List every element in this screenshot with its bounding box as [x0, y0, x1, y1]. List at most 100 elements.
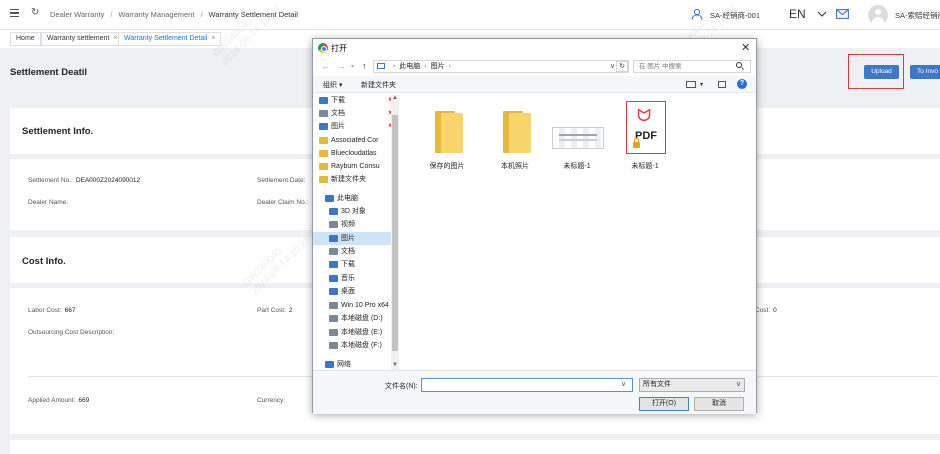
nav-item-folder[interactable]: 新建文件夹 [319, 173, 366, 186]
refresh-icon[interactable]: ↻ [616, 61, 628, 72]
labor-cost-value: 667 [64, 307, 76, 314]
path-segment[interactable]: 图片 [431, 63, 445, 70]
download-icon [329, 261, 338, 268]
tab-warranty-settlement-detail[interactable]: Warranty Settlement Detail × [118, 32, 222, 46]
nav-item-documents[interactable]: 文档📌 [319, 107, 394, 120]
settlement-date-label: Settlement Date: [257, 177, 306, 184]
tab-label: Home [16, 35, 35, 42]
document-icon [329, 248, 338, 255]
nav-item-pictures[interactable]: 图片📌 [319, 120, 394, 133]
search-icon[interactable] [736, 62, 742, 68]
nav-item-desktop[interactable]: 桌面 [329, 285, 355, 298]
open-file-dialog: 打开 ✕ ← → ▾ ↑ › 此电脑 › 图片 › ∨ ↻ 在 图片 中搜索 组织 ▾ … [312, 38, 757, 414]
filetype-select[interactable]: 所有文件 [639, 378, 745, 392]
music-note-icon [329, 275, 338, 282]
drive-icon [329, 329, 338, 336]
chevron-down-icon[interactable]: ▾ [351, 63, 354, 70]
refresh-icon[interactable]: ↻ [31, 7, 39, 18]
language-selector[interactable]: EN [789, 7, 806, 21]
currency-label: Currency: [257, 397, 286, 404]
chevron-down-icon[interactable]: ∨ [621, 380, 626, 388]
avatar[interactable] [868, 5, 888, 25]
nav-item-drive[interactable]: 本地磁盘 (E:) [329, 326, 382, 339]
section-title: Cost Info. [22, 256, 66, 267]
scrollbar-thumb[interactable] [392, 115, 398, 351]
other-cost-field: Cost: 0 [755, 307, 777, 314]
user-role[interactable]: SA-经销商-001 [710, 10, 760, 21]
preview-pane-icon[interactable] [718, 81, 726, 88]
organize-button[interactable]: 组织 ▾ [323, 80, 342, 90]
navigation-pane: 下载📌 文档📌 图片📌 Associated Cor Bluecloudatla… [313, 94, 399, 370]
scroll-down-icon[interactable]: ▼ [392, 362, 398, 368]
nav-item-music[interactable]: 音乐 [329, 272, 355, 285]
dialog-title: 打开 [331, 44, 347, 53]
document-icon [319, 110, 328, 117]
nav-item-pictures-selected[interactable]: 图片 [313, 232, 391, 245]
address-row: ← → ▾ ↑ › 此电脑 › 图片 › ∨ ↻ 在 图片 中搜索 [313, 58, 756, 75]
address-bar[interactable]: › 此电脑 › 图片 › ∨ [373, 60, 629, 73]
other-cost-value: 0 [773, 307, 777, 314]
nav-item-folder[interactable]: Associated Cor [319, 134, 378, 147]
chevron-down-icon[interactable] [817, 9, 827, 19]
nav-item-drive[interactable]: 本地磁盘 (F:) [329, 339, 382, 352]
menu-icon[interactable] [10, 9, 19, 17]
drive-icon [329, 315, 338, 322]
folder-icon [319, 176, 328, 183]
tab-warranty-settlement[interactable]: Warranty settlement × [41, 32, 124, 46]
nav-item-documents[interactable]: 文档 [329, 245, 355, 258]
view-mode-icon[interactable] [686, 81, 696, 88]
dialog-title-bar[interactable]: 打开 ✕ [313, 39, 756, 58]
nav-item-folder[interactable]: Rayburn Consu [319, 160, 380, 173]
chevron-down-icon[interactable]: ∨ [736, 380, 741, 388]
nav-item-videos[interactable]: 视频 [329, 218, 355, 231]
user-icon [691, 8, 703, 20]
search-input[interactable]: 在 图片 中搜索 [633, 60, 751, 73]
file-name: 未标题-1 [631, 163, 659, 170]
part-cost-field: Part Cost: 2 [257, 307, 293, 314]
up-arrow-icon[interactable]: ↑ [362, 61, 367, 71]
path-segment[interactable]: 此电脑 [399, 63, 420, 70]
settlement-no-field: Settlement No.: DEA000Z2024090012 [28, 177, 141, 184]
dealer-claim-no-label: Dealer Claim No.: [257, 199, 309, 206]
scroll-up-icon[interactable]: ▲ [392, 95, 398, 101]
breadcrumb-item[interactable]: Dealer Warranty [50, 10, 104, 19]
labor-cost-field: Labor Cost: 667 [28, 307, 76, 314]
chevron-down-icon[interactable]: ∨ [610, 61, 615, 72]
back-arrow-icon[interactable]: ← [321, 61, 330, 71]
user-name[interactable]: SA-索赔经销商 [895, 10, 940, 21]
file-list: 保存的图片 本机照片 未标题-1 ᗢ PDF 未标题-1 [403, 94, 755, 370]
new-folder-button[interactable]: 新建文件夹 [361, 80, 396, 90]
dialog-footer: 文件名(N): ∨ 所有文件 ∨ 打开(O) 取消 [313, 370, 756, 414]
monitor-icon [377, 63, 385, 70]
chrome-icon [318, 43, 328, 53]
chevron-down-icon[interactable]: ▾ [700, 81, 703, 88]
nav-item-downloads[interactable]: 下载 [329, 258, 355, 271]
nav-item-downloads[interactable]: 下载📌 [319, 94, 394, 107]
tab-home[interactable]: Home [10, 32, 41, 46]
acrobat-icon: ᗢ [637, 106, 652, 125]
close-icon[interactable]: × [211, 35, 215, 42]
nav-item-folder[interactable]: Bluecloudatlas [319, 147, 377, 160]
mail-icon[interactable] [836, 9, 849, 19]
upload-button[interactable]: Upload [864, 65, 899, 79]
nav-item-3d-objects[interactable]: 3D 对象 [329, 205, 366, 218]
folder-icon [503, 111, 531, 153]
forward-arrow-icon[interactable]: → [337, 61, 346, 71]
nav-item-this-pc[interactable]: 此电脑 [325, 192, 358, 205]
close-icon[interactable]: × [113, 35, 117, 42]
nav-item-drive[interactable]: 本地磁盘 (D:) [329, 312, 383, 325]
nav-item-drive[interactable]: Win 10 Pro x64 [329, 299, 389, 312]
filename-input[interactable] [421, 378, 633, 392]
filename-label: 文件名(N): [385, 383, 418, 390]
open-button[interactable]: 打开(O) [639, 397, 689, 411]
computer-icon [325, 195, 334, 202]
breadcrumb-item[interactable]: Warranty Management [118, 10, 194, 19]
to-invoice-button[interactable]: To Invo [910, 65, 940, 79]
close-icon[interactable]: ✕ [741, 41, 750, 54]
video-icon [329, 221, 338, 228]
pdf-badge: PDF [635, 130, 657, 142]
help-icon[interactable]: ? [737, 79, 747, 89]
cancel-button[interactable]: 取消 [694, 397, 744, 411]
dealer-name-label: Dealer Name: [28, 199, 69, 206]
file-name: 保存的图片 [429, 163, 465, 170]
